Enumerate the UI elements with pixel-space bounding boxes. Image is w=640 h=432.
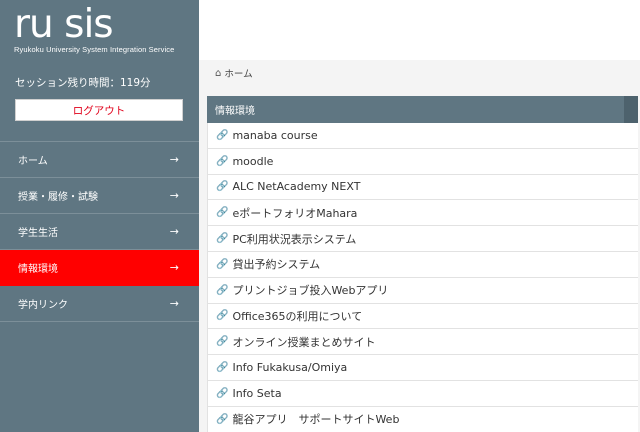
sidebar-item-it-environment[interactable]: 情報環境 → bbox=[0, 250, 199, 286]
list-item[interactable]: 🔗 貸出予約システム bbox=[207, 251, 638, 278]
link-label: Info Seta bbox=[232, 386, 282, 400]
link-icon: 🔗 bbox=[216, 362, 229, 374]
logo[interactable]: ru sis Ryukoku University System Integra… bbox=[14, 2, 175, 54]
sidebar-item-label: 授業・履修・試験 bbox=[18, 192, 98, 203]
arrow-right-icon: → bbox=[169, 189, 179, 202]
logo-wordmark: ru sis bbox=[14, 2, 114, 47]
link-label: オンライン授業まとめサイト bbox=[232, 335, 376, 349]
arrow-right-icon: → bbox=[169, 153, 179, 166]
link-label: ALC NetAcademy NEXT bbox=[232, 180, 361, 194]
sidebar-nav: ホーム → 授業・履修・試験 → 学生生活 → 情報環境 → 学内リンク → bbox=[0, 142, 199, 322]
link-label: manaba course bbox=[232, 128, 318, 142]
list-item[interactable]: 🔗 eポートフォリオMahara bbox=[207, 200, 638, 227]
link-label: moodle bbox=[232, 154, 274, 168]
sidebar-item-home[interactable]: ホーム → bbox=[0, 142, 199, 178]
link-label: Office365の利用について bbox=[232, 309, 363, 323]
arrow-right-icon: → bbox=[169, 261, 179, 274]
list-item[interactable]: 🔗 PC利用状況表示システム bbox=[207, 226, 638, 252]
sidebar-item-label: 学生生活 bbox=[18, 228, 58, 239]
breadcrumb-home-link[interactable]: ホーム bbox=[224, 66, 252, 80]
link-label: 貸出予約システム bbox=[232, 258, 321, 272]
sidebar-item-label: 学内リンク bbox=[18, 300, 68, 311]
arrow-right-icon: → bbox=[169, 297, 179, 310]
sidebar-item-label: 情報環境 bbox=[18, 264, 58, 275]
link-label: PC利用状況表示システム bbox=[232, 232, 357, 246]
logout-button[interactable]: ログアウト bbox=[15, 99, 183, 121]
link-icon: 🔗 bbox=[216, 155, 229, 167]
link-icon: 🔗 bbox=[216, 207, 229, 219]
list-item[interactable]: 🔗 manaba course bbox=[207, 123, 638, 149]
link-icon: 🔗 bbox=[216, 258, 229, 270]
sidebar-item-label: ホーム bbox=[18, 156, 48, 167]
link-icon: 🔗 bbox=[216, 310, 229, 322]
list-item[interactable]: 🔗 プリントジョブ投入Webアプリ bbox=[207, 277, 638, 304]
link-icon: 🔗 bbox=[216, 336, 229, 348]
sidebar-item-classes[interactable]: 授業・履修・試験 → bbox=[0, 178, 199, 214]
link-icon: 🔗 bbox=[216, 129, 229, 141]
home-icon: ⌂ bbox=[215, 67, 222, 79]
sidebar-item-student-life[interactable]: 学生生活 → bbox=[0, 214, 199, 250]
sidebar-item-campus-links[interactable]: 学内リンク → bbox=[0, 286, 199, 322]
panel-title: 情報環境 bbox=[207, 96, 638, 123]
link-label: eポートフォリオMahara bbox=[232, 206, 358, 220]
logo-subtitle: Ryukoku University System Integration Se… bbox=[14, 45, 175, 54]
session-timer: セッション残り時間：119分 bbox=[15, 77, 151, 89]
link-icon: 🔗 bbox=[216, 284, 229, 296]
list-item[interactable]: 🔗 オンライン授業まとめサイト bbox=[207, 329, 638, 356]
top-header bbox=[199, 0, 640, 60]
list-item[interactable]: 🔗 Office365の利用について bbox=[207, 303, 638, 330]
list-item[interactable]: 🔗 ALC NetAcademy NEXT bbox=[207, 174, 638, 201]
link-label: Info Fukakusa/Omiya bbox=[232, 361, 348, 375]
sidebar: ru sis Ryukoku University System Integra… bbox=[0, 0, 199, 432]
breadcrumb: ⌂ ホーム bbox=[215, 66, 253, 81]
list-item[interactable]: 🔗 龍谷アプリ サポートサイトWeb bbox=[207, 406, 638, 432]
arrow-right-icon: → bbox=[169, 225, 179, 238]
link-icon: 🔗 bbox=[216, 413, 229, 425]
list-item[interactable]: 🔗 moodle bbox=[207, 148, 638, 175]
list-item[interactable]: 🔗 Info Seta bbox=[207, 380, 638, 407]
link-label: プリントジョブ投入Webアプリ bbox=[232, 284, 389, 298]
it-environment-panel: 情報環境 🔗 manaba course 🔗 moodle 🔗 ALC NetAcad… bbox=[207, 96, 638, 432]
link-label: 龍谷アプリ サポートサイトWeb bbox=[232, 413, 400, 427]
list-item[interactable]: 🔗 Info Fukakusa/Omiya bbox=[207, 355, 638, 381]
link-icon: 🔗 bbox=[216, 233, 229, 245]
link-icon: 🔗 bbox=[216, 387, 229, 399]
link-icon: 🔗 bbox=[216, 181, 229, 193]
